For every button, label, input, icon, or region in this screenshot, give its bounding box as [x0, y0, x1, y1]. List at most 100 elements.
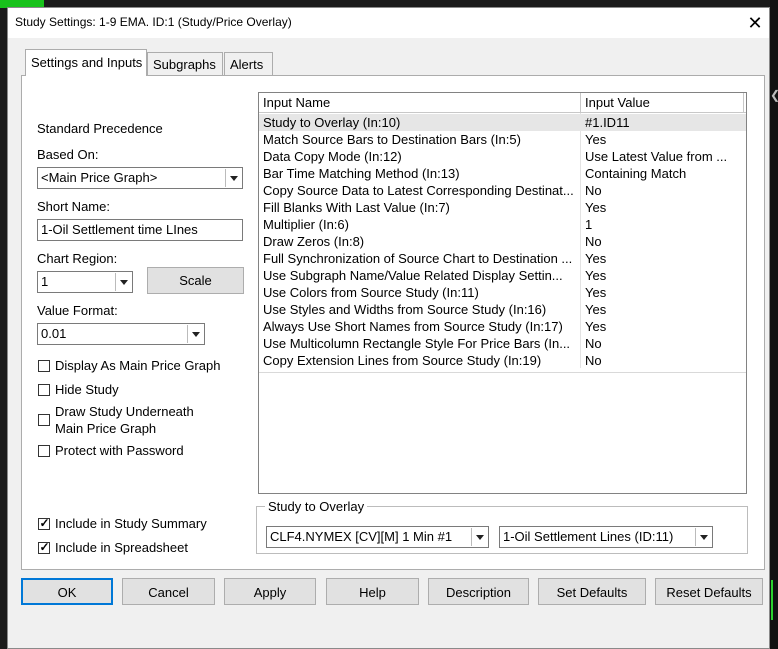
include-in-spreadsheet-checkbox[interactable] — [38, 540, 50, 554]
table-row[interactable]: Full Synchronization of Source Chart to … — [259, 250, 746, 267]
description-button[interactable]: Description — [428, 578, 529, 605]
input-value-cell[interactable]: Yes — [581, 267, 741, 284]
study-to-overlay-group-label: Study to Overlay — [265, 499, 368, 514]
value-format-select[interactable]: 0.01 — [37, 323, 205, 345]
background-scroll-arrow-icon: ❮ — [770, 88, 778, 102]
based-on-value: <Main Price Graph> — [41, 170, 158, 185]
apply-button[interactable]: Apply — [224, 578, 316, 605]
input-name-cell: Study to Overlay (In:10) — [263, 115, 401, 130]
table-row[interactable]: Multiplier (In:6) 1 — [259, 216, 746, 233]
inputs-table: Input Name Input Value Study to Overlay … — [258, 92, 747, 494]
input-name-cell: Data Copy Mode (In:12) — [263, 149, 402, 164]
value-format-value: 0.01 — [41, 326, 67, 341]
input-value-cell[interactable]: No — [581, 233, 741, 250]
table-row[interactable]: Fill Blanks With Last Value (In:7) Yes — [259, 199, 746, 216]
chevron-down-icon[interactable] — [695, 528, 711, 546]
input-name-cell: Copy Extension Lines from Source Study (… — [263, 353, 542, 368]
table-row[interactable]: Use Styles and Widths from Source Study … — [259, 301, 746, 318]
overlay-study-select[interactable]: 1-Oil Settlement Lines (ID:11) — [499, 526, 713, 548]
reset-defaults-button[interactable]: Reset Defaults — [655, 578, 763, 605]
input-value-cell[interactable]: Use Latest Value from ... — [581, 148, 741, 165]
input-value-cell[interactable]: No — [581, 182, 741, 199]
table-row[interactable]: Copy Extension Lines from Source Study (… — [259, 352, 746, 369]
short-name-input[interactable]: 1-Oil Settlement time LInes — [37, 219, 243, 241]
input-name-cell: Draw Zeros (In:8) — [263, 234, 365, 249]
overlay-chart-select[interactable]: CLF4.NYMEX [CV][M] 1 Min #1 — [266, 526, 489, 548]
include-in-study-summary-checkbox[interactable] — [38, 516, 50, 530]
chevron-down-icon[interactable] — [225, 169, 241, 187]
column-header-input-name[interactable]: Input Name — [259, 93, 581, 113]
chart-region-select[interactable]: 1 — [37, 271, 133, 293]
input-value-cell[interactable]: Yes — [581, 250, 741, 267]
tab-alerts[interactable]: Alerts — [224, 52, 273, 75]
short-name-label: Short Name: — [37, 199, 110, 214]
input-value-cell[interactable]: No — [581, 335, 741, 352]
input-description-area — [259, 372, 746, 493]
table-row[interactable]: Use Colors from Source Study (In:11) Yes — [259, 284, 746, 301]
settings-panel: Standard Precedence Based On: <Main Pric… — [21, 75, 765, 570]
scale-button[interactable]: Scale — [147, 267, 244, 294]
value-format-label: Value Format: — [37, 303, 118, 318]
input-name-cell: Full Synchronization of Source Chart to … — [263, 251, 573, 266]
input-name-cell: Use Subgraph Name/Value Related Display … — [263, 268, 563, 283]
table-row[interactable]: Study to Overlay (In:10) #1.ID11 — [259, 114, 746, 131]
input-name-cell: Fill Blanks With Last Value (In:7) — [263, 200, 450, 215]
input-value-cell[interactable]: Yes — [581, 199, 741, 216]
input-value-cell[interactable]: Yes — [581, 284, 741, 301]
table-row[interactable]: Data Copy Mode (In:12) Use Latest Value … — [259, 148, 746, 165]
help-button[interactable]: Help — [326, 578, 419, 605]
table-row[interactable]: Use Multicolumn Rectangle Style For Pric… — [259, 335, 746, 352]
table-row[interactable]: Always Use Short Names from Source Study… — [259, 318, 746, 335]
tab-subgraphs[interactable]: Subgraphs — [147, 52, 223, 75]
chart-region-value: 1 — [41, 274, 49, 289]
input-value-cell[interactable]: Containing Match — [581, 165, 741, 182]
table-row[interactable]: Draw Zeros (In:8) No — [259, 233, 746, 250]
input-value-cell[interactable]: Yes — [581, 318, 741, 335]
close-icon[interactable]: ✕ — [742, 11, 768, 35]
input-name-cell: Multiplier (In:6) — [263, 217, 349, 232]
overlay-study-value: 1-Oil Settlement Lines (ID:11) — [503, 529, 674, 544]
draw-study-underneath-label-line2: Main Price Graph — [55, 421, 157, 436]
based-on-select[interactable]: <Main Price Graph> — [37, 167, 243, 189]
protect-with-password-checkbox[interactable] — [38, 445, 50, 457]
input-value-cell[interactable]: #1.ID11 — [581, 114, 741, 131]
hide-study-label: Hide Study — [55, 382, 119, 397]
based-on-label: Based On: — [37, 147, 99, 162]
cancel-button[interactable]: Cancel — [122, 578, 215, 605]
column-header-input-value[interactable]: Input Value — [581, 93, 744, 113]
input-value-cell[interactable]: No — [581, 352, 741, 369]
table-row[interactable]: Match Source Bars to Destination Bars (I… — [259, 131, 746, 148]
input-name-cell: Use Colors from Source Study (In:11) — [263, 285, 479, 300]
tab-settings-and-inputs[interactable]: Settings and Inputs — [25, 49, 147, 76]
table-row[interactable]: Use Subgraph Name/Value Related Display … — [259, 267, 746, 284]
table-row[interactable]: Copy Source Data to Latest Corresponding… — [259, 182, 746, 199]
include-in-spreadsheet-label: Include in Spreadsheet — [55, 540, 188, 555]
display-as-main-price-graph-label: Display As Main Price Graph — [55, 358, 221, 373]
chart-region-label: Chart Region: — [37, 251, 118, 266]
window-title: Study Settings: 1-9 EMA. ID:1 (Study/Pri… — [15, 15, 292, 29]
table-header: Input Name Input Value — [259, 93, 746, 113]
protect-with-password-label: Protect with Password — [55, 443, 184, 458]
display-as-main-price-graph-checkbox[interactable] — [38, 360, 50, 372]
title-bar: Study Settings: 1-9 EMA. ID:1 (Study/Pri… — [8, 8, 769, 38]
overlay-chart-value: CLF4.NYMEX [CV][M] 1 Min #1 — [270, 529, 453, 544]
chevron-down-icon[interactable] — [115, 273, 131, 291]
input-name-cell: Always Use Short Names from Source Study… — [263, 319, 563, 334]
input-name-cell: Copy Source Data to Latest Corresponding… — [263, 183, 574, 198]
input-value-cell[interactable]: Yes — [581, 301, 741, 318]
chevron-down-icon[interactable] — [471, 528, 487, 546]
hide-study-checkbox[interactable] — [38, 384, 50, 396]
input-value-cell[interactable]: Yes — [581, 131, 741, 148]
input-value-cell[interactable]: 1 — [581, 216, 741, 233]
table-row[interactable]: Bar Time Matching Method (In:13) Contain… — [259, 165, 746, 182]
draw-study-underneath-label: Draw Study Underneath — [55, 404, 194, 419]
draw-study-underneath-checkbox[interactable] — [38, 414, 50, 426]
input-name-cell: Use Multicolumn Rectangle Style For Pric… — [263, 336, 571, 351]
input-name-cell: Use Styles and Widths from Source Study … — [263, 302, 547, 317]
input-name-cell: Match Source Bars to Destination Bars (I… — [263, 132, 521, 147]
include-in-study-summary-label: Include in Study Summary — [55, 516, 207, 531]
chevron-down-icon[interactable] — [187, 325, 203, 343]
ok-button[interactable]: OK — [21, 578, 113, 605]
set-defaults-button[interactable]: Set Defaults — [538, 578, 646, 605]
standard-precedence-label: Standard Precedence — [37, 121, 163, 136]
